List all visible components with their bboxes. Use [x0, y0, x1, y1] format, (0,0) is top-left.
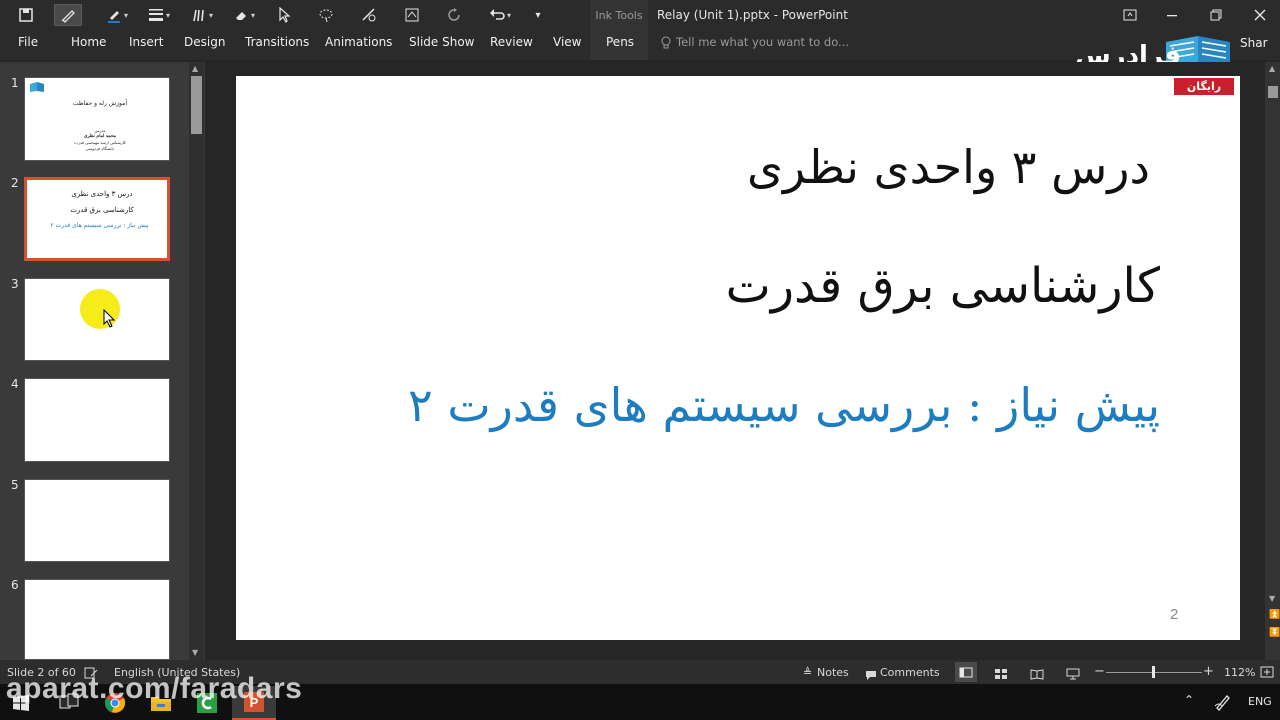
- tell-me-search[interactable]: Tell me what you want to do...: [676, 35, 849, 49]
- thumbnail-number: 5: [11, 478, 19, 492]
- scroll-up-icon[interactable]: ▲: [192, 64, 198, 73]
- slide-scrollbar-thumb[interactable]: [1268, 86, 1278, 98]
- slide-thumbnail-6[interactable]: [24, 579, 170, 660]
- input-language[interactable]: ENG: [1248, 695, 1272, 708]
- scroll-up-icon[interactable]: ▲: [1269, 64, 1275, 73]
- ink-replay-icon[interactable]: [440, 4, 468, 26]
- lasso-select-icon[interactable]: [312, 4, 340, 26]
- thumbnail-number: 3: [11, 277, 19, 291]
- tab-animations[interactable]: Animations: [325, 35, 392, 49]
- thumbnail-number: 1: [11, 76, 19, 90]
- slide-handwriting-line-1: درس ۳ واحدی نظری: [747, 140, 1150, 194]
- highlighter-icon[interactable]: ▾: [100, 4, 134, 26]
- pen-workspace-icon[interactable]: [1213, 692, 1233, 716]
- tab-slide-show[interactable]: Slide Show: [409, 35, 474, 49]
- zoom-slider-handle[interactable]: [1152, 666, 1155, 678]
- slide-handwriting-line-2: کارشناسی برق قدرت: [725, 258, 1160, 314]
- fit-slide-icon[interactable]: [1260, 664, 1274, 683]
- slide-handwriting-line-3: پیش نیاز : بررسی سیستم های قدرت ۲: [408, 378, 1160, 432]
- undo-icon[interactable]: ▾: [482, 4, 518, 26]
- slide-sorter-icon[interactable]: [994, 665, 1008, 684]
- free-badge: رایگان: [1174, 78, 1234, 95]
- restore-icon[interactable]: [1198, 4, 1234, 26]
- slide-thumbnail-3[interactable]: [24, 278, 170, 361]
- pen-tool-icon[interactable]: [54, 4, 82, 26]
- slide-thumbnail-4[interactable]: [24, 378, 170, 462]
- scroll-down-icon[interactable]: ▼: [192, 648, 198, 657]
- notes-button[interactable]: Notes: [817, 666, 849, 679]
- thumbnail-text: دانشگاه فردوسی: [85, 146, 115, 151]
- zoom-out-icon[interactable]: −: [1094, 664, 1105, 679]
- next-slide-icon[interactable]: ⏬: [1269, 628, 1280, 638]
- comments-icon[interactable]: [865, 666, 877, 685]
- eraser-icon[interactable]: ▾: [228, 4, 260, 26]
- tab-pens[interactable]: Pens: [606, 35, 634, 49]
- slide-page-number: 2: [1170, 606, 1179, 623]
- convert-to-shapes-icon[interactable]: [355, 4, 383, 26]
- tab-view[interactable]: View: [553, 35, 581, 49]
- tab-transitions[interactable]: Transitions: [245, 35, 309, 49]
- pen-color-icon[interactable]: ▾: [186, 4, 218, 26]
- ink-to-shape-icon[interactable]: [398, 4, 426, 26]
- tab-review[interactable]: Review: [490, 35, 533, 49]
- lightbulb-icon: [661, 35, 671, 54]
- thumbnail-scrollbar-thumb[interactable]: [191, 76, 202, 134]
- normal-view-icon[interactable]: [955, 662, 977, 682]
- notes-icon[interactable]: ≜: [803, 666, 812, 679]
- thumbnail-number: 4: [11, 377, 19, 391]
- show-hidden-icons-icon[interactable]: ⌃: [1184, 693, 1194, 707]
- slide-show-icon[interactable]: [1066, 665, 1080, 684]
- thumbnail-text: درس ۳ واحدی نظری: [71, 190, 133, 198]
- ink-tools-context-label: Ink Tools: [590, 0, 648, 30]
- thumbnail-number: 6: [11, 578, 19, 592]
- reading-view-icon[interactable]: [1030, 665, 1044, 684]
- thumbnail-text: آموزش رله و حفاظت: [72, 100, 127, 107]
- thumbnail-text: محمد امام نظری: [83, 134, 117, 139]
- slide-thumbnail-2[interactable]: درس ۳ واحدی نظری کارشناسی برق قدرت پیش ن…: [24, 177, 170, 261]
- thumbnail-text: پیش نیاز : بررسی سیستم های قدرت ۲: [50, 222, 149, 229]
- share-button[interactable]: Share: [1240, 36, 1268, 50]
- select-objects-icon[interactable]: [270, 4, 298, 26]
- slide-scrollbar[interactable]: [1265, 62, 1280, 660]
- thumbnail-scrollbar[interactable]: [189, 62, 204, 660]
- mouse-pointer-icon: [103, 309, 116, 328]
- thumbnail-number: 2: [11, 176, 19, 190]
- slide-thumbnail-5[interactable]: [24, 479, 170, 562]
- line-weight-icon[interactable]: ▾: [144, 4, 174, 26]
- thumbnail-logo-icon: [30, 82, 44, 92]
- zoom-level[interactable]: 112%: [1224, 666, 1255, 679]
- zoom-in-icon[interactable]: +: [1203, 664, 1214, 679]
- thumbnail-text: مدرس: [94, 128, 106, 133]
- save-icon[interactable]: [12, 4, 40, 26]
- slide-thumbnail-1[interactable]: آموزش رله و حفاظت مدرس محمد امام نظری کا…: [24, 77, 170, 161]
- customize-toolbar-icon[interactable]: ▾: [526, 4, 550, 26]
- scroll-down-icon[interactable]: ▼: [1269, 594, 1275, 603]
- thumbnail-text: کارشناسی برق قدرت: [70, 206, 134, 214]
- tab-design[interactable]: Design: [184, 35, 225, 49]
- tab-insert[interactable]: Insert: [129, 35, 163, 49]
- previous-slide-icon[interactable]: ⏫: [1269, 610, 1280, 620]
- close-icon[interactable]: [1242, 4, 1278, 26]
- window-title: Relay (Unit 1).pptx - PowerPoint: [657, 8, 848, 22]
- comments-button[interactable]: Comments: [880, 666, 940, 679]
- minimize-icon[interactable]: [1154, 4, 1190, 26]
- ribbon-display-options-icon[interactable]: [1112, 4, 1148, 26]
- thumbnail-text: کارشناس ارشد مهندسی قدرت: [74, 140, 126, 145]
- tab-home[interactable]: Home: [71, 35, 106, 49]
- tab-file[interactable]: File: [18, 35, 38, 49]
- aparat-watermark: aparat.com/faradars: [6, 672, 303, 705]
